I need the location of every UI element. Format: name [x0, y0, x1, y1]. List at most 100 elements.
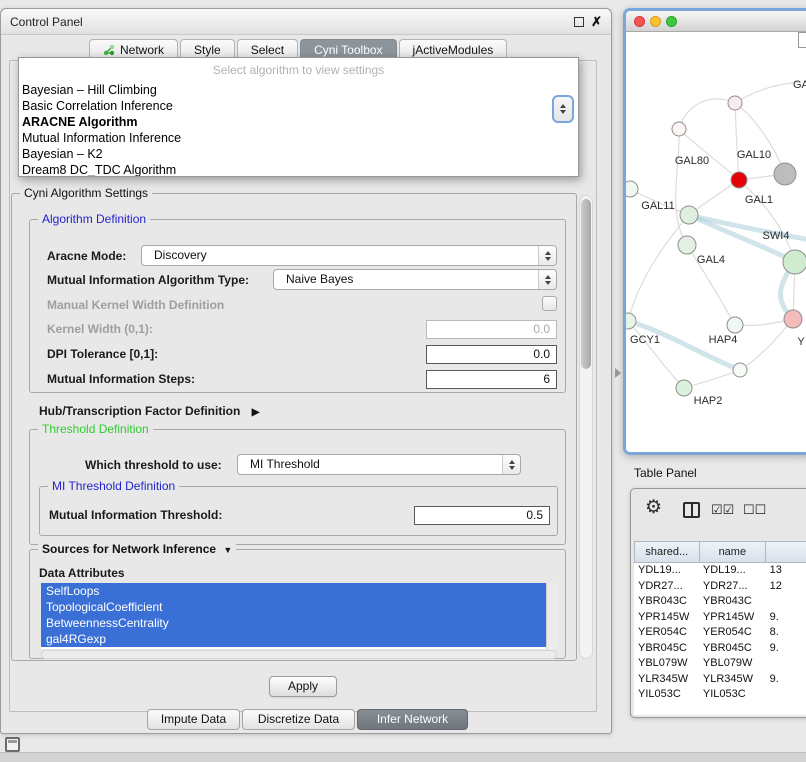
network-node[interactable]: [680, 206, 698, 224]
mi-threshold-label: Mutual Information Threshold:: [49, 508, 222, 522]
mi-steps-field[interactable]: 6: [426, 370, 557, 389]
network-node-label: HAP4: [709, 334, 738, 346]
network-node[interactable]: [731, 172, 747, 188]
hub-section-header[interactable]: Hub/Transcription Factor Definition ▶: [39, 404, 259, 418]
data-attributes-list[interactable]: SelfLoopsTopologicalCoefficientBetweenne…: [41, 583, 546, 649]
expand-right-icon: ▶: [252, 407, 260, 418]
algorithm-option[interactable]: Bayesian – Hill Climbing: [19, 82, 578, 98]
table-row[interactable]: YLR345WYLR345W9.: [634, 672, 806, 688]
network-edge[interactable]: [679, 99, 735, 129]
aracne-mode-combobox[interactable]: Discovery: [141, 245, 557, 266]
tab-discretize-data[interactable]: Discretize Data: [242, 709, 355, 730]
table-column-header[interactable]: [765, 541, 806, 563]
network-node-label: HAP2: [694, 395, 723, 407]
table-row[interactable]: YBR045CYBR045C9.: [634, 641, 806, 657]
data-attribute-item[interactable]: gal4RGexp: [41, 631, 546, 647]
algorithm-option[interactable]: Dream8 DC_TDC Algorithm: [19, 162, 578, 177]
table-row[interactable]: YBR043CYBR043C: [634, 594, 806, 610]
network-scroll-corner[interactable]: [798, 32, 806, 48]
tab-label: Cyni Toolbox: [314, 43, 382, 57]
network-node[interactable]: [783, 250, 806, 274]
algorithm-option[interactable]: Basic Correlation Inference: [19, 98, 578, 114]
deselect-all-checkboxes-icon[interactable]: ☐☐: [743, 502, 766, 518]
network-canvas[interactable]: GALGAL80GAL10GAL11GAL1SWI4GAL4GCY1HAP4YH…: [626, 32, 806, 452]
network-node[interactable]: [672, 122, 686, 136]
network-edge[interactable]: [735, 103, 785, 174]
table-row[interactable]: YIL053CYIL053C: [634, 687, 806, 703]
panel-dock-icon[interactable]: [5, 737, 20, 752]
tab-impute-data[interactable]: Impute Data: [147, 709, 240, 730]
aracne-mode-label: Aracne Mode:: [47, 249, 126, 263]
network-node[interactable]: [626, 181, 638, 197]
algorithm-option[interactable]: ARACNE Algorithm: [19, 114, 578, 130]
combobox-stepper-icon: [502, 455, 520, 474]
minimize-traffic-light[interactable]: [650, 16, 661, 27]
attributes-list-vscrollbar[interactable]: [546, 583, 557, 649]
zoom-traffic-light[interactable]: [666, 16, 677, 27]
tab-label: Network: [120, 43, 164, 57]
sources-group-header[interactable]: Sources for Network Inference ▼: [38, 542, 236, 558]
algorithm-combobox-stepper[interactable]: [552, 95, 574, 123]
control-panel-title: Control Panel: [10, 15, 83, 29]
table-row[interactable]: YER054CYER054C8.: [634, 625, 806, 641]
settings-scrollbar-thumb[interactable]: [581, 199, 591, 369]
algorithm-dropdown-prompt: Select algorithm to view settings: [19, 58, 578, 82]
table-row[interactable]: YBL079WYBL079W: [634, 656, 806, 672]
table-panel-window: ⚙ ☑☑ ☐☐ shared...name YDL19...YDL19...13…: [630, 488, 806, 718]
network-edge[interactable]: [684, 370, 740, 388]
gear-icon[interactable]: ⚙: [645, 498, 662, 518]
mi-threshold-group-title: MI Threshold Definition: [48, 479, 179, 494]
table-row[interactable]: YDL19...YDL19...13: [634, 563, 806, 579]
dpi-tolerance-field[interactable]: 0.0: [426, 345, 557, 364]
splitter-collapse-arrow[interactable]: [615, 368, 621, 378]
close-icon[interactable]: ✗: [591, 14, 602, 30]
table-panel-label: Table Panel: [634, 466, 697, 480]
mi-threshold-field[interactable]: 0.5: [414, 506, 550, 525]
table-column-header[interactable]: name: [699, 541, 766, 563]
mi-type-label: Mutual Information Algorithm Type:: [47, 273, 249, 287]
close-traffic-light[interactable]: [634, 16, 645, 27]
network-node[interactable]: [784, 310, 802, 328]
column-layout-icon[interactable]: [683, 502, 700, 518]
data-attribute-item[interactable]: SelfLoops: [41, 583, 546, 599]
network-node[interactable]: [727, 317, 743, 333]
network-node-label: Y: [797, 336, 805, 348]
threshold-definition-title: Threshold Definition: [38, 422, 153, 437]
float-window-icon[interactable]: [574, 17, 584, 27]
tab-infer-network[interactable]: Infer Network: [357, 709, 468, 730]
table-row[interactable]: YPR145WYPR145W9.: [634, 610, 806, 626]
aracne-mode-value: Discovery: [154, 248, 207, 262]
data-attribute-item[interactable]: BetweennessCentrality: [41, 615, 546, 631]
which-threshold-combobox[interactable]: MI Threshold: [237, 454, 521, 475]
network-edge[interactable]: [735, 82, 801, 103]
network-node-label: GAL1: [745, 194, 773, 206]
network-node[interactable]: [626, 313, 636, 329]
network-node-label: GAL4: [697, 254, 725, 266]
table-row[interactable]: YDR27...YDR27...12: [634, 579, 806, 595]
algorithm-option[interactable]: Mutual Information Inference: [19, 130, 578, 146]
tab-label: Style: [194, 43, 221, 57]
network-node[interactable]: [774, 163, 796, 185]
network-node[interactable]: [678, 236, 696, 254]
network-node-label: GAL: [793, 79, 806, 91]
select-all-checkboxes-icon[interactable]: ☑☑: [711, 502, 734, 518]
manual-kernel-checkbox[interactable]: [542, 296, 557, 311]
settings-scrollbar[interactable]: [579, 195, 593, 659]
network-node-label: GAL11: [641, 200, 674, 212]
network-edge[interactable]: [676, 129, 687, 245]
algorithm-option[interactable]: Bayesian – K2: [19, 146, 578, 162]
kernel-width-field[interactable]: 0.0: [426, 320, 557, 339]
tab-label: Select: [251, 43, 284, 57]
network-node[interactable]: [728, 96, 742, 110]
network-edge[interactable]: [740, 319, 793, 370]
which-threshold-value: MI Threshold: [250, 457, 320, 471]
network-edge[interactable]: [735, 103, 739, 180]
mi-type-combobox[interactable]: Naive Bayes: [273, 269, 557, 290]
data-attribute-item[interactable]: TopologicalCoefficient: [41, 599, 546, 615]
attributes-list-hscrollbar[interactable]: [41, 650, 557, 659]
network-node[interactable]: [733, 363, 747, 377]
apply-button[interactable]: Apply: [269, 676, 337, 697]
table-column-header[interactable]: shared...: [634, 541, 700, 563]
network-node[interactable]: [676, 380, 692, 396]
combobox-stepper-icon: [538, 270, 556, 289]
